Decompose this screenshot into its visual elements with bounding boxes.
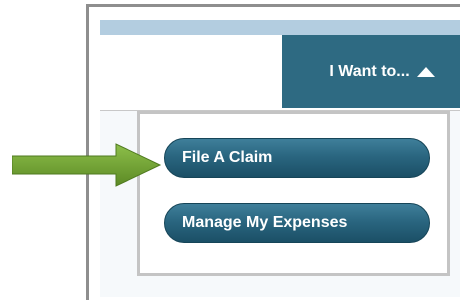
i-want-to-menu-button[interactable]: I Want to... — [282, 35, 460, 108]
manage-my-expenses-button[interactable]: Manage My Expenses — [164, 203, 430, 243]
manage-my-expenses-label: Manage My Expenses — [182, 214, 348, 231]
i-want-to-label: I Want to... — [329, 62, 410, 80]
dropdown-menu — [137, 111, 450, 276]
file-a-claim-label: File A Claim — [182, 149, 273, 166]
file-a-claim-button[interactable]: File A Claim — [164, 138, 430, 178]
header-strip — [100, 20, 460, 35]
arrow-right-icon — [12, 143, 162, 187]
caret-up-icon — [416, 66, 435, 77]
